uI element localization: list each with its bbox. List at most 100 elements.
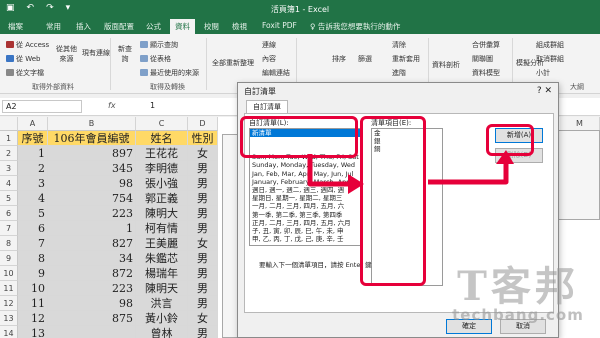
table-cell[interactable]: 男 <box>188 221 218 236</box>
select-all-corner[interactable] <box>0 117 18 131</box>
row-header[interactable]: 14 <box>0 326 18 338</box>
tab-file[interactable]: 檔案 <box>8 21 23 32</box>
table-cell[interactable]: 10 <box>18 281 48 296</box>
from-access-button[interactable]: 從 Access <box>6 40 49 50</box>
formula-input[interactable]: 1 <box>150 101 155 110</box>
table-cell[interactable]: 12 <box>18 311 48 326</box>
connections-button[interactable]: 連線 <box>262 40 276 50</box>
table-cell[interactable]: 98 <box>48 176 136 191</box>
table-cell[interactable]: 洪言 <box>136 296 188 311</box>
table-cell[interactable]: 曾林 <box>136 326 188 338</box>
sort-button[interactable]: 排序 <box>332 54 346 64</box>
table-cell[interactable]: 女 <box>188 236 218 251</box>
table-cell[interactable]: 黃小鈴 <box>136 311 188 326</box>
filter-button[interactable]: 篩選 <box>358 54 372 64</box>
tell-me-box[interactable]: ♀ 告訴我您想要執行的動作 <box>310 21 400 32</box>
table-cell[interactable]: 女 <box>188 146 218 161</box>
table-cell[interactable]: 男 <box>188 191 218 206</box>
tab-view[interactable]: 檢視 <box>232 21 247 32</box>
table-cell[interactable]: 223 <box>48 206 136 221</box>
row-header[interactable]: 1 <box>0 131 18 146</box>
table-cell[interactable]: 男 <box>188 281 218 296</box>
table-cell[interactable]: 6 <box>18 221 48 236</box>
row-header[interactable]: 5 <box>0 191 18 206</box>
consolidate-button[interactable]: 合併彙算 <box>472 40 500 50</box>
show-queries-button[interactable]: 顯示查詢 <box>140 40 178 50</box>
properties-button[interactable]: 內容 <box>262 54 276 64</box>
text-to-columns-button[interactable]: 資料剖析 <box>432 60 460 70</box>
tab-foxit-pdf[interactable]: Foxit PDF <box>262 21 297 30</box>
other-sources-button[interactable]: 從其他 來源 <box>56 44 77 64</box>
row-header[interactable]: 12 <box>0 296 18 311</box>
table-cell[interactable]: 5 <box>18 206 48 221</box>
table-cell[interactable]: 男 <box>188 251 218 266</box>
custom-list-item[interactable]: 正月, 二月, 三月, 四月, 五月, 六月 <box>250 219 360 227</box>
table-cell[interactable]: 2 <box>18 161 48 176</box>
table-cell[interactable]: 8 <box>18 251 48 266</box>
table-cell[interactable]: 3 <box>18 176 48 191</box>
table-cell[interactable]: 34 <box>48 251 136 266</box>
row-header[interactable]: 4 <box>0 176 18 191</box>
table-cell[interactable]: 李明德 <box>136 161 188 176</box>
custom-list-item[interactable]: 子, 丑, 寅, 卯, 辰, 巳, 午, 未, 申 <box>250 227 360 235</box>
table-cell[interactable]: 13 <box>18 326 48 338</box>
table-cell[interactable]: 98 <box>48 296 136 311</box>
table-cell[interactable]: 1 <box>48 221 136 236</box>
tab-formulas[interactable]: 公式 <box>146 21 161 32</box>
table-cell[interactable]: 875 <box>48 311 136 326</box>
row-header[interactable]: 11 <box>0 281 18 296</box>
table-cell[interactable]: 王美麗 <box>136 236 188 251</box>
table-cell[interactable]: 9 <box>18 266 48 281</box>
table-cell[interactable]: 1 <box>18 146 48 161</box>
subtotal-button[interactable]: 小計 <box>536 68 550 78</box>
table-cell[interactable]: 張小強 <box>136 176 188 191</box>
table-cell[interactable]: 陳明大 <box>136 206 188 221</box>
table-cell[interactable]: 7 <box>18 236 48 251</box>
column-header[interactable]: D <box>188 117 218 131</box>
row-header[interactable]: 10 <box>0 266 18 281</box>
column-header[interactable]: A <box>18 117 48 131</box>
column-header[interactable]: M <box>560 117 600 131</box>
refresh-all-button[interactable]: 全部重新整理 <box>212 58 254 68</box>
table-cell[interactable]: 男 <box>188 176 218 191</box>
reapply-button[interactable]: 重新套用 <box>392 54 420 64</box>
row-header[interactable]: 13 <box>0 311 18 326</box>
table-cell[interactable]: 223 <box>48 281 136 296</box>
from-table-button[interactable]: 從表格 <box>140 54 171 64</box>
table-cell[interactable]: 4 <box>18 191 48 206</box>
new-query-button[interactable]: 新查 詢 <box>118 44 132 64</box>
relationships-button[interactable]: 關聯圖 <box>472 54 493 64</box>
table-cell[interactable]: 楊瑞年 <box>136 266 188 281</box>
table-cell[interactable]: 朱鑑芯 <box>136 251 188 266</box>
from-text-button[interactable]: 從文字檔 <box>6 68 44 78</box>
name-box[interactable]: A2 <box>2 100 82 113</box>
table-cell[interactable]: 柯有情 <box>136 221 188 236</box>
table-header-cell[interactable]: 106年會員編號 <box>48 131 136 146</box>
tab-home[interactable]: 常用 <box>46 21 61 32</box>
fx-icon[interactable]: fx <box>108 101 116 110</box>
clear-button[interactable]: 清除 <box>392 40 406 50</box>
table-cell[interactable]: 345 <box>48 161 136 176</box>
table-cell[interactable]: 11 <box>18 296 48 311</box>
tab-data[interactable]: 資料 <box>170 19 195 34</box>
group-button[interactable]: 組成群組 <box>536 40 564 50</box>
table-cell[interactable]: 男 <box>188 161 218 176</box>
table-cell[interactable]: 男 <box>188 326 218 338</box>
table-cell[interactable]: 男 <box>188 206 218 221</box>
column-header[interactable]: C <box>136 117 188 131</box>
row-header[interactable]: 8 <box>0 236 18 251</box>
dialog-close-button[interactable]: ? ✕ <box>537 86 552 96</box>
table-cell[interactable]: 郭正義 <box>136 191 188 206</box>
table-header-cell[interactable]: 性別 <box>188 131 218 146</box>
row-header[interactable]: 6 <box>0 206 18 221</box>
row-header[interactable]: 9 <box>0 251 18 266</box>
recent-sources-button[interactable]: 最近使用的來源 <box>140 68 199 78</box>
table-cell[interactable]: 754 <box>48 191 136 206</box>
table-cell[interactable]: 897 <box>48 146 136 161</box>
row-header[interactable]: 7 <box>0 221 18 236</box>
table-cell[interactable]: 827 <box>48 236 136 251</box>
row-header[interactable]: 3 <box>0 161 18 176</box>
table-cell[interactable]: 男 <box>188 266 218 281</box>
column-header[interactable]: B <box>48 117 136 131</box>
table-cell[interactable]: 男 <box>188 296 218 311</box>
